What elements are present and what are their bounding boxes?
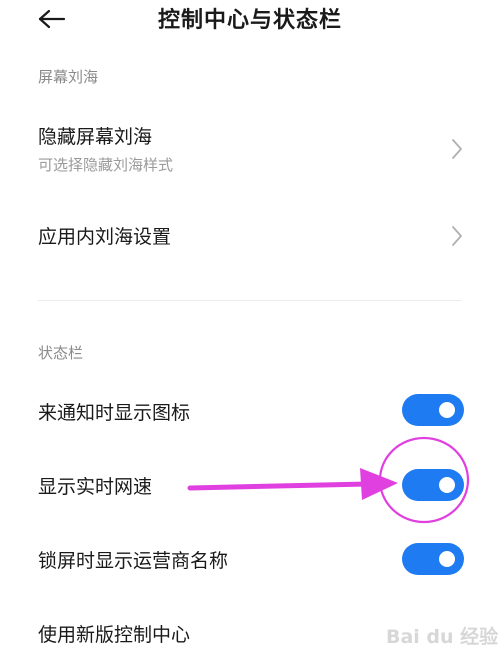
row-title: 锁屏时显示运营商名称 bbox=[38, 550, 229, 572]
new-control-center-row[interactable]: 使用新版控制中心 bbox=[0, 610, 500, 662]
row-title: 使用新版控制中心 bbox=[38, 624, 191, 646]
notification-icon-toggle[interactable] bbox=[402, 394, 464, 426]
network-speed-row[interactable]: 显示实时网速 bbox=[0, 460, 500, 512]
in-app-notch-row[interactable]: 应用内刘海设置 bbox=[0, 210, 500, 266]
row-title: 隐藏屏幕刘海 bbox=[38, 126, 153, 148]
row-title: 显示实时网速 bbox=[38, 476, 153, 498]
notification-icon-row[interactable]: 来通知时显示图标 bbox=[0, 384, 500, 436]
row-title: 来通知时显示图标 bbox=[38, 402, 191, 424]
toggle-knob bbox=[439, 551, 455, 567]
network-speed-toggle[interactable] bbox=[402, 469, 464, 501]
toggle-knob bbox=[439, 477, 455, 493]
header-bar: 控制中心与状态栏 bbox=[0, 0, 500, 40]
row-subtitle: 可选择隐藏刘海样式 bbox=[38, 156, 174, 174]
carrier-name-toggle[interactable] bbox=[402, 543, 464, 575]
toggle-knob bbox=[439, 402, 455, 418]
chevron-right-icon bbox=[452, 139, 462, 159]
chevron-right-icon bbox=[452, 226, 462, 246]
row-title: 应用内刘海设置 bbox=[38, 226, 172, 248]
page-title: 控制中心与状态栏 bbox=[157, 8, 342, 33]
section-divider bbox=[38, 300, 462, 301]
hide-notch-row[interactable]: 隐藏屏幕刘海 可选择隐藏刘海样式 bbox=[0, 112, 500, 188]
section-title-status-bar: 状态栏 bbox=[38, 344, 84, 362]
section-title-notch: 屏幕刘海 bbox=[38, 68, 99, 86]
carrier-name-row[interactable]: 锁屏时显示运营商名称 bbox=[0, 534, 500, 586]
